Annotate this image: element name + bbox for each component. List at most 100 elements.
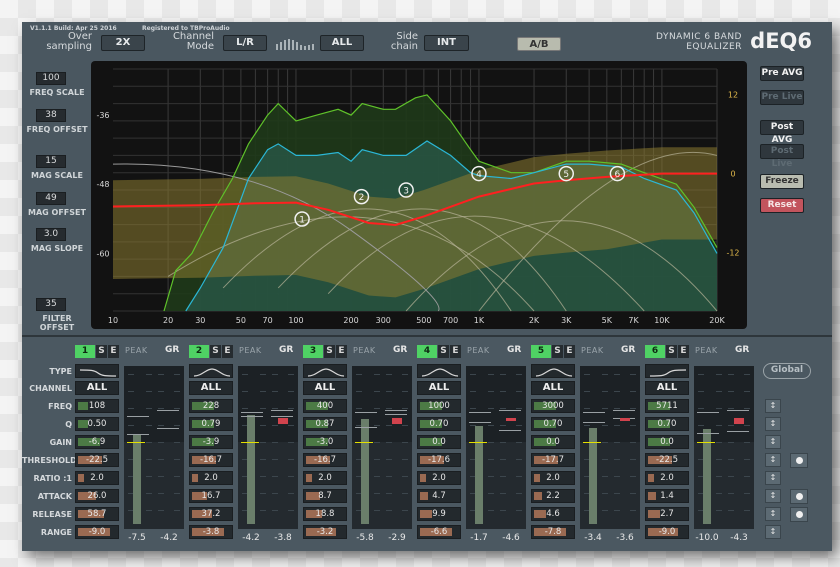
- range-field[interactable]: -9.0: [75, 525, 119, 539]
- freq-field[interactable]: 228: [189, 399, 233, 413]
- global-link-arrows-icon[interactable]: ↕: [765, 399, 781, 413]
- display-setting-value[interactable]: 35: [36, 298, 66, 311]
- freq-field[interactable]: 108: [75, 399, 119, 413]
- display-setting-value[interactable]: 38: [36, 109, 66, 122]
- band-solo-button[interactable]: S: [438, 345, 449, 358]
- global-link-arrows-icon[interactable]: ↕: [765, 489, 781, 503]
- threshold-field[interactable]: -22.5: [75, 453, 119, 467]
- gain-field[interactable]: -3.0: [303, 435, 347, 449]
- band-edit-button[interactable]: E: [222, 345, 233, 358]
- ab-compare-button[interactable]: A/B: [517, 37, 561, 51]
- display-setting-value[interactable]: 100: [36, 72, 66, 85]
- freq-field[interactable]: 3000: [531, 399, 575, 413]
- ratio-field[interactable]: 2.0: [75, 471, 119, 485]
- gain-field[interactable]: 0.0: [645, 435, 689, 449]
- channel-selector[interactable]: ALL: [531, 381, 575, 395]
- range-field[interactable]: -6.6: [417, 525, 461, 539]
- q-field[interactable]: 0.70: [531, 417, 575, 431]
- filter-type-selector[interactable]: [417, 364, 461, 378]
- filter-type-selector[interactable]: [189, 364, 233, 378]
- release-field[interactable]: 37.2: [189, 507, 233, 521]
- display-setting-value[interactable]: 3.0: [36, 228, 66, 241]
- band-solo-button[interactable]: S: [552, 345, 563, 358]
- band-edit-button[interactable]: E: [108, 345, 119, 358]
- ratio-field[interactable]: 2.0: [531, 471, 575, 485]
- release-field[interactable]: 58.7: [75, 507, 119, 521]
- threshold-field[interactable]: -16.7: [303, 453, 347, 467]
- filter-type-selector[interactable]: [531, 364, 575, 378]
- filter-type-selector[interactable]: [75, 364, 119, 378]
- threshold-field[interactable]: -17.7: [531, 453, 575, 467]
- q-field[interactable]: 0.70: [645, 417, 689, 431]
- band-enable-toggle[interactable]: 6: [645, 345, 665, 358]
- gain-field[interactable]: -3.9: [189, 435, 233, 449]
- release-field[interactable]: 18.8: [303, 507, 347, 521]
- band-enable-toggle[interactable]: 2: [189, 345, 209, 358]
- release-field[interactable]: 2.7: [645, 507, 689, 521]
- threshold-marker[interactable]: [127, 442, 145, 443]
- q-field[interactable]: 0.70: [417, 417, 461, 431]
- q-field[interactable]: 0.79: [189, 417, 233, 431]
- threshold-marker[interactable]: [241, 442, 259, 443]
- range-field[interactable]: -7.8: [531, 525, 575, 539]
- global-link-arrows-icon[interactable]: ↕: [765, 453, 781, 467]
- global-button[interactable]: Global: [763, 363, 811, 379]
- gain-field[interactable]: 0.0: [417, 435, 461, 449]
- attack-field[interactable]: 16.7: [189, 489, 233, 503]
- band-solo-button[interactable]: S: [96, 345, 107, 358]
- band-enable-toggle[interactable]: 3: [303, 345, 323, 358]
- channel-selector[interactable]: ALL: [189, 381, 233, 395]
- range-field[interactable]: -3.2: [303, 525, 347, 539]
- ratio-field[interactable]: 2.0: [303, 471, 347, 485]
- threshold-marker[interactable]: [583, 442, 601, 443]
- attack-field[interactable]: 26.0: [75, 489, 119, 503]
- eq-analyzer-graph[interactable]: 1 2 3 4 5 6 10 20 30 50 70 100 200 300 500 700 1K 2K 3K 5K 7…: [91, 61, 747, 329]
- gain-field[interactable]: -6.9: [75, 435, 119, 449]
- post-avg-button[interactable]: Post AVG: [760, 120, 804, 145]
- band-edit-button[interactable]: E: [450, 345, 461, 358]
- channel-selector[interactable]: ALL: [417, 381, 461, 395]
- global-link-arrows-icon[interactable]: ↕: [765, 525, 781, 539]
- channel-selector[interactable]: ALL: [303, 381, 347, 395]
- reset-button[interactable]: Reset: [760, 198, 804, 213]
- threshold-marker[interactable]: [355, 442, 373, 443]
- band-select-button[interactable]: ALL: [320, 35, 364, 51]
- attack-field[interactable]: 1.4: [645, 489, 689, 503]
- band-edit-button[interactable]: E: [336, 345, 347, 358]
- q-field[interactable]: 0.87: [303, 417, 347, 431]
- freq-field[interactable]: 1000: [417, 399, 461, 413]
- release-field[interactable]: 4.6: [531, 507, 575, 521]
- band-solo-button[interactable]: S: [324, 345, 335, 358]
- attack-field[interactable]: 2.2: [531, 489, 575, 503]
- threshold-marker[interactable]: [697, 442, 715, 443]
- display-setting-value[interactable]: 15: [36, 155, 66, 168]
- oversampling-button[interactable]: 2X: [101, 35, 145, 51]
- freq-field[interactable]: 5711: [645, 399, 689, 413]
- global-link-arrows-icon[interactable]: ↕: [765, 435, 781, 449]
- post-live-button[interactable]: Post Live: [760, 144, 804, 169]
- sidechain-button[interactable]: INT: [424, 35, 469, 51]
- global-link-arrows-icon[interactable]: ↕: [765, 417, 781, 431]
- band-edit-button[interactable]: E: [564, 345, 575, 358]
- filter-type-selector[interactable]: [303, 364, 347, 378]
- attack-field[interactable]: 8.7: [303, 489, 347, 503]
- threshold-field[interactable]: -22.5: [645, 453, 689, 467]
- band-solo-button[interactable]: S: [666, 345, 677, 358]
- band-enable-toggle[interactable]: 1: [75, 345, 95, 358]
- channel-mode-button[interactable]: L/R: [223, 35, 267, 51]
- pre-avg-button[interactable]: Pre AVG: [760, 66, 804, 81]
- global-link-dot-button[interactable]: [790, 453, 808, 468]
- pre-live-button[interactable]: Pre Live: [760, 90, 804, 105]
- ratio-field[interactable]: 2.0: [189, 471, 233, 485]
- range-field[interactable]: -3.8: [189, 525, 233, 539]
- attack-field[interactable]: 4.7: [417, 489, 461, 503]
- channel-selector[interactable]: ALL: [75, 381, 119, 395]
- band-enable-toggle[interactable]: 4: [417, 345, 437, 358]
- threshold-marker[interactable]: [469, 442, 487, 443]
- global-link-arrows-icon[interactable]: ↕: [765, 507, 781, 521]
- global-link-dot-button[interactable]: [790, 507, 808, 522]
- band-edit-button[interactable]: E: [678, 345, 689, 358]
- channel-selector[interactable]: ALL: [645, 381, 689, 395]
- filter-type-selector[interactable]: [645, 364, 689, 378]
- threshold-field[interactable]: -17.6: [417, 453, 461, 467]
